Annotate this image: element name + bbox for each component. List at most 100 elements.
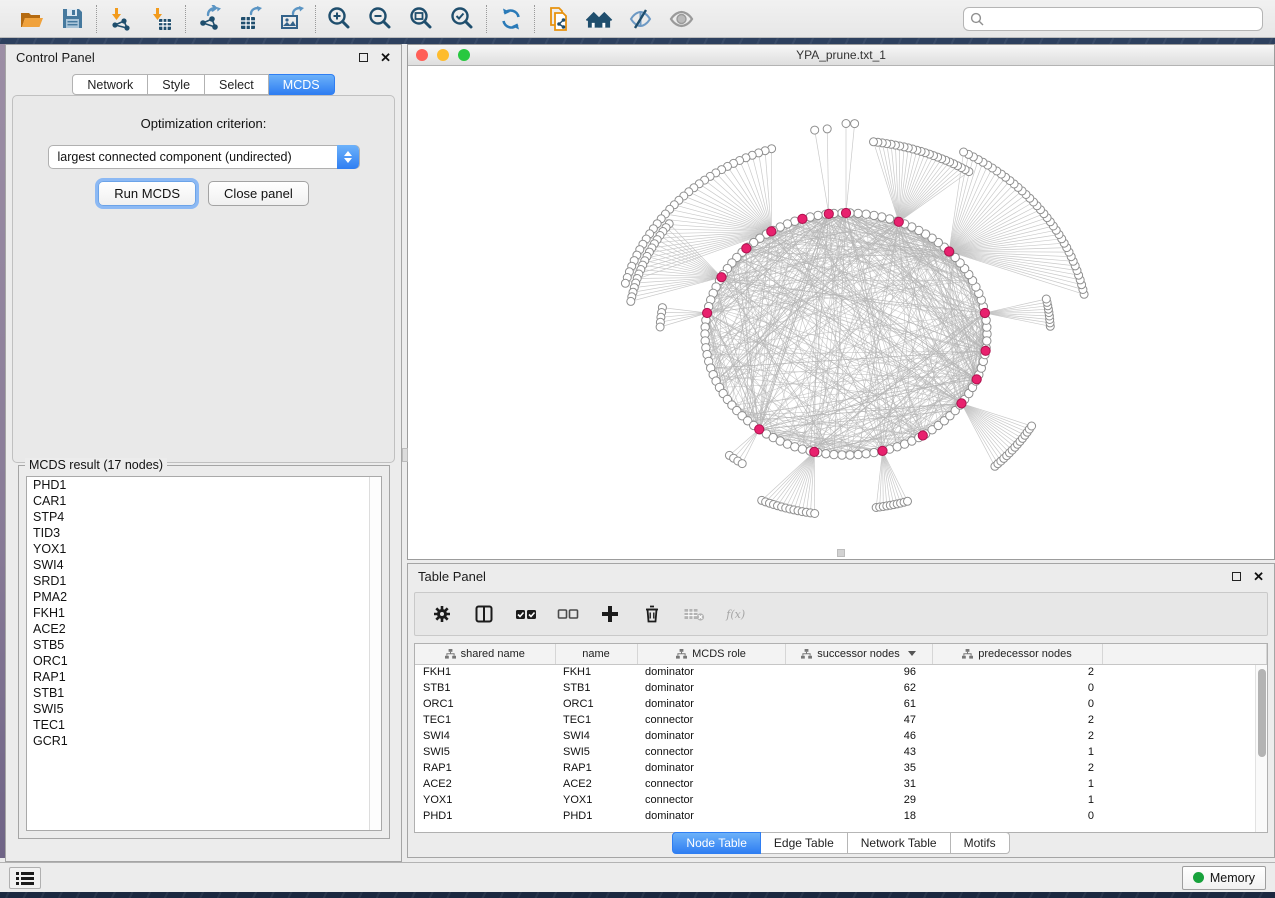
zoom-selected-icon[interactable] xyxy=(449,5,476,32)
function-builder-icon: f(x) xyxy=(725,603,747,625)
tab-node-table[interactable]: Node Table xyxy=(672,832,761,854)
save-session-icon[interactable] xyxy=(59,5,86,32)
cell-successor_nodes: 43 xyxy=(785,744,932,760)
table-row[interactable]: RAP1RAP1dominator352 xyxy=(415,760,1267,776)
cell-mcds_role: connector xyxy=(637,792,785,808)
cell-name: SWI4 xyxy=(555,728,637,744)
mcds-result-item[interactable]: STP4 xyxy=(27,509,381,525)
open-file-icon[interactable] xyxy=(18,5,45,32)
mcds-result-item[interactable]: STB5 xyxy=(27,637,381,653)
column-header-predecessor-nodes[interactable]: predecessor nodes xyxy=(932,644,1102,664)
export-table-icon[interactable] xyxy=(237,5,264,32)
cell-predecessor_nodes: 1 xyxy=(932,776,1102,792)
network-canvas[interactable] xyxy=(408,66,1274,559)
mcds-result-item[interactable]: SWI5 xyxy=(27,701,381,717)
settings-gear-icon[interactable] xyxy=(431,603,453,625)
mcds-result-item[interactable]: ACE2 xyxy=(27,621,381,637)
run-mcds-button[interactable]: Run MCDS xyxy=(98,181,196,206)
tab-edge-table[interactable]: Edge Table xyxy=(761,832,848,854)
task-history-button[interactable] xyxy=(9,867,41,889)
table-scrollbar-thumb[interactable] xyxy=(1258,669,1266,757)
close-panel-icon[interactable]: ✕ xyxy=(380,51,391,64)
show-details-icon[interactable] xyxy=(668,5,695,32)
table-row[interactable]: SWI4SWI4dominator462 xyxy=(415,728,1267,744)
mcds-result-item[interactable]: RAP1 xyxy=(27,669,381,685)
memory-button[interactable]: Memory xyxy=(1182,866,1266,890)
select-stepper-icon xyxy=(337,145,359,169)
deselect-all-checkboxes-icon[interactable] xyxy=(557,603,579,625)
hide-details-icon[interactable] xyxy=(627,5,654,32)
cell-mcds_role: dominator xyxy=(637,760,785,776)
select-all-checkboxes-icon[interactable] xyxy=(515,603,537,625)
table-row[interactable]: PHD1PHD1dominator180 xyxy=(415,808,1267,824)
table-row[interactable]: SWI5SWI5connector431 xyxy=(415,744,1267,760)
list-scrollbar xyxy=(369,477,381,830)
mcds-result-item[interactable]: TEC1 xyxy=(27,717,381,733)
zoom-in-icon[interactable] xyxy=(326,5,353,32)
column-header-shared-name[interactable]: shared name xyxy=(415,644,555,664)
column-header-MCDS-role[interactable]: MCDS role xyxy=(637,644,785,664)
svg-text:f(x): f(x) xyxy=(725,608,745,621)
table-scrollbar xyxy=(1255,665,1267,832)
mcds-result-item[interactable]: SWI4 xyxy=(27,557,381,573)
cell-predecessor_nodes: 1 xyxy=(932,744,1102,760)
column-header-name[interactable]: name xyxy=(555,644,637,664)
close-panel-button[interactable]: Close panel xyxy=(208,181,309,206)
tab-motifs[interactable]: Motifs xyxy=(951,832,1010,854)
table-row[interactable]: FKH1FKH1dominator962 xyxy=(415,664,1267,680)
export-network-icon[interactable] xyxy=(196,5,223,32)
zoom-out-icon[interactable] xyxy=(367,5,394,32)
tab-select[interactable]: Select xyxy=(205,74,269,95)
tab-network[interactable]: Network xyxy=(72,74,148,95)
tab-mcds[interactable]: MCDS xyxy=(269,74,335,95)
mcds-result-item[interactable]: PMA2 xyxy=(27,589,381,605)
search-input[interactable] xyxy=(988,12,1256,26)
refresh-layout-icon[interactable] xyxy=(497,5,524,32)
cell-name: SWI5 xyxy=(555,744,637,760)
pane-resize-handle[interactable] xyxy=(837,549,845,557)
clone-network-icon[interactable] xyxy=(545,5,572,32)
cell-name: FKH1 xyxy=(555,664,637,680)
table-row[interactable]: ORC1ORC1dominator610 xyxy=(415,696,1267,712)
table-row[interactable]: YOX1YOX1connector291 xyxy=(415,792,1267,808)
zoom-fit-icon[interactable] xyxy=(408,5,435,32)
mcds-result-item[interactable]: TID3 xyxy=(27,525,381,541)
mcds-result-title: MCDS result (17 nodes) xyxy=(25,458,167,472)
import-network-icon[interactable] xyxy=(107,5,134,32)
cell-predecessor_nodes: 2 xyxy=(932,664,1102,680)
export-image-icon[interactable] xyxy=(278,5,305,32)
delete-column-icon[interactable] xyxy=(641,603,663,625)
close-panel-icon[interactable]: ✕ xyxy=(1253,570,1264,583)
cell-predecessor_nodes: 0 xyxy=(932,808,1102,824)
mcds-result-item[interactable]: ORC1 xyxy=(27,653,381,669)
cell-mcds_role: dominator xyxy=(637,696,785,712)
criterion-select[interactable]: largest connected component (undirected) xyxy=(48,145,360,169)
mcds-result-item[interactable]: PHD1 xyxy=(27,477,381,493)
mcds-result-item[interactable]: YOX1 xyxy=(27,541,381,557)
float-panel-icon[interactable] xyxy=(359,53,368,62)
node-table-container: shared namenameMCDS rolesuccessor nodesp… xyxy=(414,643,1268,833)
cell-shared_name: PHD1 xyxy=(415,808,555,824)
search-box[interactable] xyxy=(963,7,1263,31)
mcds-result-item[interactable]: SRD1 xyxy=(27,573,381,589)
mcds-result-item[interactable]: FKH1 xyxy=(27,605,381,621)
table-row[interactable]: STB1STB1dominator620 xyxy=(415,680,1267,696)
add-column-icon[interactable] xyxy=(599,603,621,625)
cell-name: PHD1 xyxy=(555,808,637,824)
mcds-result-item[interactable]: STB1 xyxy=(27,685,381,701)
cell-name: TEC1 xyxy=(555,712,637,728)
table-row[interactable]: TEC1TEC1connector472 xyxy=(415,712,1267,728)
column-header-successor-nodes[interactable]: successor nodes xyxy=(785,644,932,664)
tab-network-table[interactable]: Network Table xyxy=(848,832,951,854)
table-row[interactable]: ACE2ACE2connector311 xyxy=(415,776,1267,792)
float-panel-icon[interactable] xyxy=(1232,572,1241,581)
cell-shared_name: SWI5 xyxy=(415,744,555,760)
split-divider-handle[interactable] xyxy=(402,448,408,462)
column-layout-icon[interactable] xyxy=(473,603,495,625)
mcds-result-item[interactable]: CAR1 xyxy=(27,493,381,509)
tab-style[interactable]: Style xyxy=(148,74,205,95)
cell-predecessor_nodes: 2 xyxy=(932,760,1102,776)
import-table-icon[interactable] xyxy=(148,5,175,32)
network-overview-icon[interactable] xyxy=(586,5,613,32)
mcds-result-item[interactable]: GCR1 xyxy=(27,733,381,749)
